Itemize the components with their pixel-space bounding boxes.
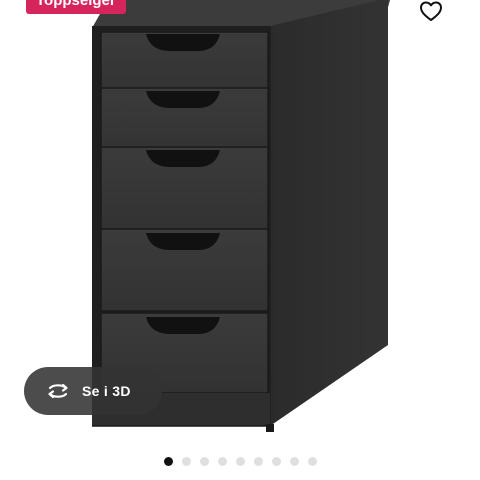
favorite-button[interactable]	[418, 0, 444, 24]
carousel-dot[interactable]	[199, 456, 209, 466]
product-image-area: Toppselger Se i 3D	[0, 0, 480, 440]
bestseller-badge: Toppselger	[26, 0, 126, 14]
drawer	[100, 146, 269, 230]
view-in-3d-button[interactable]: Se i 3D	[24, 367, 162, 415]
heart-outline-icon	[420, 1, 442, 21]
carousel-dot[interactable]	[181, 456, 191, 466]
carousel-dot[interactable]	[271, 456, 281, 466]
carousel-dot[interactable]	[163, 456, 173, 466]
rotate-3d-icon	[44, 379, 72, 403]
drawer	[100, 228, 269, 312]
carousel-dot[interactable]	[217, 456, 227, 466]
image-carousel-pagination	[0, 455, 480, 467]
carousel-dot[interactable]	[235, 456, 245, 466]
carousel-dot[interactable]	[253, 456, 263, 466]
carousel-dot[interactable]	[289, 456, 299, 466]
view-in-3d-label: Se i 3D	[82, 383, 131, 399]
carousel-dot[interactable]	[307, 456, 317, 466]
